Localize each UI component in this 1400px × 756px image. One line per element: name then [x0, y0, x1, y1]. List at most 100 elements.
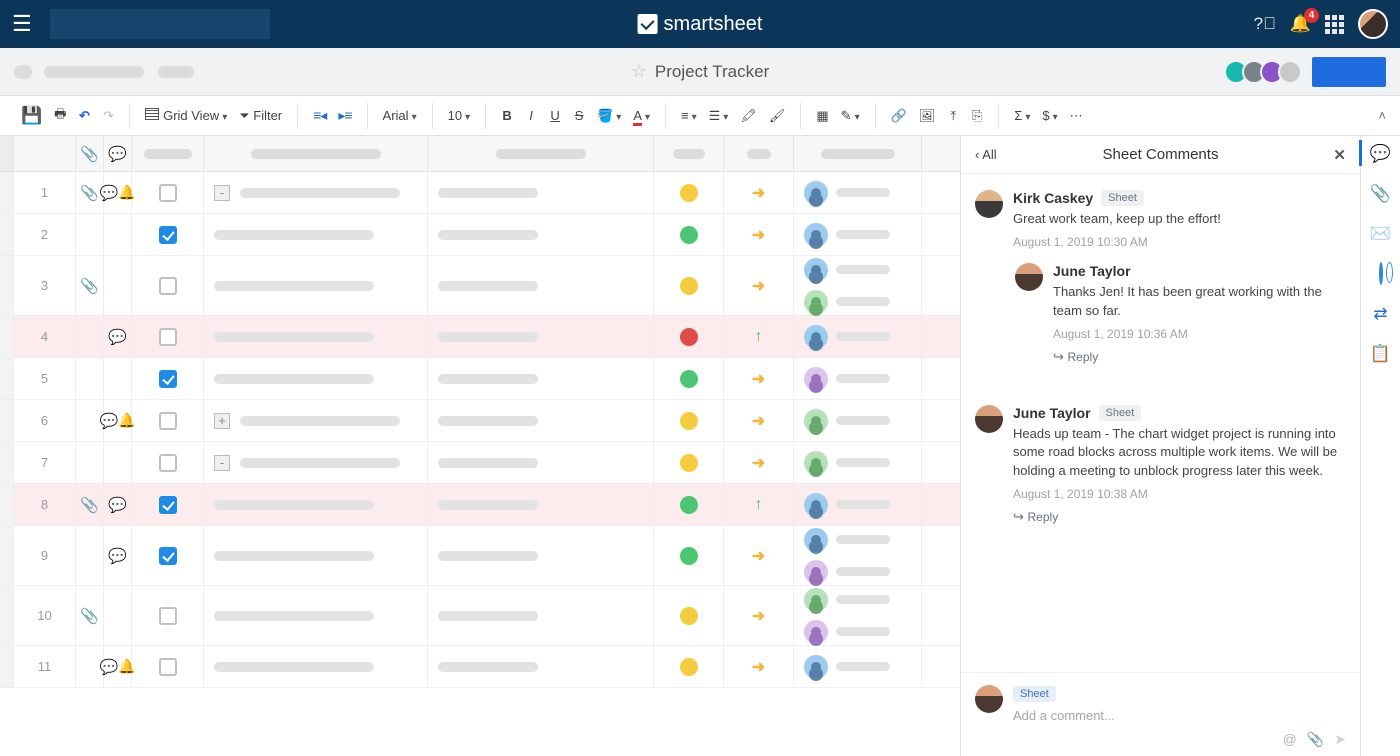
owner-column-header[interactable] — [794, 136, 922, 171]
collapse-toolbar-icon[interactable]: ˄ — [1378, 108, 1386, 123]
priority-cell[interactable]: ➜ — [724, 358, 794, 399]
row-attachment-cell[interactable] — [76, 358, 104, 399]
currency-icon[interactable]: $ — [1039, 105, 1060, 126]
task-cell[interactable] — [204, 316, 428, 357]
text-color-icon[interactable]: A — [630, 105, 653, 126]
checkbox[interactable] — [159, 184, 177, 202]
table-row[interactable]: 4💬↑ — [0, 316, 960, 358]
more-icon[interactable]: ⋯ — [1067, 105, 1086, 127]
task-cell[interactable]: - — [204, 172, 428, 213]
checkbox-cell[interactable] — [132, 214, 204, 255]
checkbox[interactable] — [159, 607, 177, 625]
checkbox[interactable] — [159, 454, 177, 472]
indent-icon[interactable]: ▸≡ — [335, 104, 354, 127]
menu-icon[interactable]: ☰ — [12, 11, 40, 37]
row-comment-cell[interactable] — [104, 442, 132, 483]
image-icon[interactable]: 🖼 — [916, 105, 939, 127]
task-cell[interactable] — [204, 214, 428, 255]
table-row[interactable]: 2➜ — [0, 214, 960, 256]
status-cell[interactable] — [654, 442, 724, 483]
task-cell[interactable] — [204, 526, 428, 585]
table-row[interactable]: 9💬➜ — [0, 526, 960, 586]
vertical-align-icon[interactable]: ☰ — [706, 105, 732, 127]
task-cell[interactable]: + — [204, 400, 428, 441]
checkbox-cell[interactable] — [132, 442, 204, 483]
rail-conversations-icon[interactable]: 💬 — [1370, 144, 1391, 164]
redo-icon[interactable]: ↷ — [99, 105, 117, 127]
table-row[interactable]: 11💬 🔔➜ — [0, 646, 960, 688]
italic-icon[interactable]: I — [522, 105, 540, 126]
status-cell[interactable] — [654, 358, 724, 399]
composer-scope-chip[interactable]: Sheet — [1013, 686, 1056, 702]
notifications-icon[interactable]: 🔔 4 — [1290, 14, 1311, 34]
priority-cell[interactable]: ↑ — [724, 484, 794, 525]
row-comment-cell[interactable]: 💬 — [104, 484, 132, 525]
nav-search-box[interactable] — [50, 9, 270, 39]
reply-button[interactable]: Reply — [1013, 509, 1346, 525]
attachment-column-header[interactable]: 📎 — [76, 136, 104, 171]
collaborator-avatar[interactable] — [1278, 60, 1302, 84]
bold-icon[interactable]: B — [498, 105, 516, 126]
row-attachment-cell[interactable] — [76, 316, 104, 357]
comment-input[interactable]: Add a comment... — [1013, 708, 1115, 723]
desc-cell[interactable] — [428, 172, 654, 213]
task-cell[interactable] — [204, 586, 428, 645]
owner-cell[interactable] — [794, 646, 922, 687]
table-row[interactable]: 5➜ — [0, 358, 960, 400]
rail-proofs-icon[interactable]: ✉️ — [1370, 224, 1391, 244]
status-cell[interactable] — [654, 526, 724, 585]
desc-cell[interactable] — [428, 358, 654, 399]
desc-cell[interactable] — [428, 586, 654, 645]
rail-publish-icon[interactable] — [1379, 264, 1383, 284]
favorite-star-icon[interactable]: ☆ — [631, 61, 647, 82]
save-icon[interactable]: 💾 — [18, 103, 45, 129]
row-comment-cell[interactable]: 💬 🔔 — [104, 172, 132, 213]
task-cell[interactable] — [204, 646, 428, 687]
back-to-all-button[interactable]: ‹ All — [975, 147, 997, 162]
expand-toggle-icon[interactable]: + — [214, 413, 230, 429]
checkbox[interactable] — [159, 412, 177, 430]
lock-icon[interactable]: ⎘ — [968, 105, 986, 127]
desc-cell[interactable] — [428, 214, 654, 255]
priority-cell[interactable]: ➜ — [724, 442, 794, 483]
checkbox[interactable] — [159, 547, 177, 565]
desc-cell[interactable] — [428, 484, 654, 525]
table-row[interactable]: 10📎➜ — [0, 586, 960, 646]
checkbox-cell[interactable] — [132, 526, 204, 585]
checkbox-cell[interactable] — [132, 586, 204, 645]
checkbox-cell[interactable] — [132, 172, 204, 213]
task-column-header[interactable] — [204, 136, 428, 171]
row-attachment-cell[interactable]: 📎 — [76, 586, 104, 645]
status-column-header[interactable] — [654, 136, 724, 171]
conditional-format-icon[interactable]: ▦ — [813, 105, 831, 127]
table-row[interactable]: 7-➜ — [0, 442, 960, 484]
highlight-icon[interactable]: 🖍 — [737, 105, 760, 127]
send-comment-icon[interactable]: ➤ — [1334, 731, 1346, 748]
fill-color-icon[interactable]: 🪣 — [594, 105, 624, 127]
checkbox[interactable] — [159, 226, 177, 244]
task-cell[interactable] — [204, 256, 428, 315]
row-comment-cell[interactable] — [104, 586, 132, 645]
desc-cell[interactable] — [428, 400, 654, 441]
checkbox-cell[interactable] — [132, 358, 204, 399]
proof-icon[interactable]: ⤒ — [944, 105, 962, 127]
checkbox-cell[interactable] — [132, 400, 204, 441]
align-icon[interactable]: ≡ — [678, 105, 700, 126]
font-family-selector[interactable]: Arial — [380, 105, 420, 126]
status-cell[interactable] — [654, 214, 724, 255]
strikethrough-icon[interactable]: S — [570, 105, 588, 126]
expand-toggle-icon[interactable]: - — [214, 185, 230, 201]
task-cell[interactable] — [204, 358, 428, 399]
priority-cell[interactable]: ➜ — [724, 256, 794, 315]
owner-cell[interactable] — [794, 316, 922, 357]
checkbox[interactable] — [159, 328, 177, 346]
print-icon[interactable]: 🖶 — [51, 102, 69, 130]
owner-cell[interactable] — [794, 214, 922, 255]
view-selector[interactable]: Grid View — [142, 105, 230, 126]
task-cell[interactable]: - — [204, 442, 428, 483]
share-button[interactable] — [1312, 57, 1386, 87]
priority-cell[interactable]: ➜ — [724, 526, 794, 585]
row-attachment-cell[interactable]: 📎 — [76, 484, 104, 525]
owner-cell[interactable] — [794, 400, 922, 441]
status-cell[interactable] — [654, 316, 724, 357]
